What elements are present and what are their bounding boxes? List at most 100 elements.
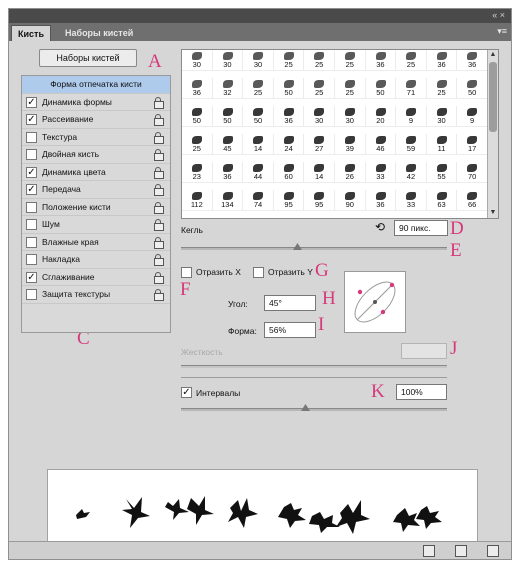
lock-icon[interactable] <box>154 219 164 231</box>
brush-tip-cell[interactable]: 36 <box>426 50 458 71</box>
list-item-protect-texture[interactable]: Защита текстуры <box>22 286 170 304</box>
flip-x-checkbox[interactable] <box>181 267 192 278</box>
brush-tip-cell[interactable]: 36 <box>457 50 488 71</box>
brush-tip-grid[interactable]: 30 30 30 25 25 25 36 25 36 36 36 32 25 50 25 25 50 71 25 50… <box>181 49 499 219</box>
brush-tip-shape-item[interactable]: Форма отпечатка кисти <box>22 76 170 94</box>
checkbox-noise[interactable] <box>26 219 37 230</box>
lock-icon[interactable] <box>154 149 164 161</box>
brush-tip-cell[interactable]: 9 <box>457 106 488 127</box>
brush-tip-cell[interactable]: 50 <box>182 106 213 127</box>
brush-tip-cell[interactable]: 25 <box>334 50 366 71</box>
brush-tip-cell[interactable]: 42 <box>396 162 427 183</box>
brush-tip-cell[interactable]: 50 <box>457 78 488 99</box>
list-item-dual-brush[interactable]: Двойная кисть <box>22 146 170 164</box>
brush-tip-cell[interactable]: 66 <box>457 190 488 211</box>
checkbox-transfer[interactable]: ✓ <box>26 184 37 195</box>
brush-tip-cell[interactable]: 30 <box>212 50 244 71</box>
size-input[interactable]: 90 пикс. <box>394 220 448 236</box>
brush-tip-cell[interactable]: 33 <box>365 162 397 183</box>
create-new-brush-icon[interactable] <box>487 545 499 557</box>
checkbox-wet-edges[interactable] <box>26 236 37 248</box>
brush-tip-cell[interactable]: 60 <box>273 162 305 183</box>
list-item-wet-edges[interactable]: Влажные края <box>22 234 170 251</box>
brush-tip-cell[interactable]: 36 <box>273 106 305 127</box>
brush-tip-cell[interactable]: 25 <box>304 50 335 71</box>
checkbox-build-up[interactable] <box>26 254 37 265</box>
brush-tip-cell[interactable]: 45 <box>212 134 244 155</box>
brush-tip-cell[interactable]: 36 <box>182 78 213 99</box>
checkbox-protect-texture[interactable] <box>26 289 37 300</box>
panel-menu-icon[interactable]: ▾≡ <box>497 26 507 37</box>
checkbox-texture[interactable] <box>26 131 37 143</box>
brush-tip-cell[interactable]: 70 <box>457 162 488 183</box>
lock-icon[interactable] <box>154 131 164 144</box>
lock-icon[interactable] <box>154 96 164 109</box>
brush-tip-cell[interactable]: 74 <box>243 190 274 211</box>
brush-tip-cell[interactable]: 63 <box>426 190 458 211</box>
window-controls[interactable]: « × <box>492 10 505 20</box>
brush-tip-cell[interactable]: 25 <box>334 78 366 99</box>
lock-icon[interactable] <box>154 236 164 249</box>
grid-view-icon[interactable] <box>455 545 467 557</box>
brush-tip-cell[interactable]: 39 <box>334 134 366 155</box>
brush-tip-cell[interactable]: 50 <box>273 78 305 99</box>
brush-tip-cell[interactable]: 71 <box>396 78 427 99</box>
list-item-noise[interactable]: Шум <box>22 216 170 234</box>
roundness-input[interactable]: 56% <box>264 322 316 338</box>
brush-tip-cell[interactable]: 112 <box>182 190 213 211</box>
lock-icon[interactable] <box>154 271 164 284</box>
checkbox-color-dynamics[interactable]: ✓ <box>26 166 37 178</box>
brush-tip-cell[interactable]: 30 <box>182 50 213 71</box>
list-item-shape-dynamics[interactable]: ✓ Динамика формы <box>22 94 170 111</box>
brush-tip-cell[interactable]: 25 <box>273 50 305 71</box>
spacing-input[interactable]: 100% <box>396 384 447 400</box>
list-item-brush-pose[interactable]: Положение кисти <box>22 199 170 216</box>
brush-tip-cell[interactable]: 36 <box>365 190 397 211</box>
spacing-slider-track[interactable] <box>181 408 447 411</box>
brush-tip-cell[interactable]: 95 <box>273 190 305 211</box>
brush-tip-cell[interactable]: 14 <box>304 162 335 183</box>
lock-icon[interactable] <box>154 184 164 196</box>
brush-tip-cell[interactable]: 46 <box>365 134 397 155</box>
list-item-build-up[interactable]: Накладка <box>22 251 170 269</box>
list-item-transfer[interactable]: ✓ Передача <box>22 181 170 199</box>
list-item-texture[interactable]: Текстура <box>22 129 170 146</box>
size-slider-track[interactable] <box>181 247 447 250</box>
brush-tip-cell[interactable]: 25 <box>396 50 427 71</box>
brush-tip-cell[interactable]: 134 <box>212 190 244 211</box>
lock-icon[interactable] <box>154 201 164 214</box>
scroll-up-icon[interactable]: ▲ <box>489 50 497 60</box>
brush-tip-cell[interactable]: 50 <box>212 106 244 127</box>
brush-tip-cell[interactable]: 17 <box>457 134 488 155</box>
brush-tip-cell[interactable]: 95 <box>304 190 335 211</box>
brush-tip-cell[interactable]: 30 <box>334 106 366 127</box>
scroll-down-icon[interactable]: ▼ <box>489 208 497 218</box>
lock-icon[interactable] <box>154 166 164 179</box>
list-item-color-dynamics[interactable]: ✓ Динамика цвета <box>22 164 170 181</box>
brush-tip-cell[interactable]: 33 <box>396 190 427 211</box>
brush-tip-cell[interactable]: 20 <box>365 106 397 127</box>
brush-tip-cell[interactable]: 30 <box>304 106 335 127</box>
checkbox-shape-dynamics[interactable]: ✓ <box>26 96 37 108</box>
brush-tip-cell[interactable]: 23 <box>182 162 213 183</box>
checkbox-brush-pose[interactable] <box>26 201 37 213</box>
brush-tip-cell[interactable]: 25 <box>426 78 458 99</box>
lock-icon[interactable] <box>154 254 164 266</box>
tab-brush[interactable]: Кисть <box>11 25 51 41</box>
brush-tip-cell[interactable]: 27 <box>304 134 335 155</box>
brush-tip-cell[interactable]: 25 <box>304 78 335 99</box>
tab-brush-presets[interactable]: Наборы кистей <box>59 25 139 41</box>
list-item-smoothing[interactable]: ✓ Сглаживание <box>22 269 170 286</box>
reset-size-icon[interactable]: ⟲ <box>375 220 385 234</box>
flip-y-checkbox[interactable] <box>253 267 264 278</box>
brush-tip-cell[interactable]: 25 <box>243 78 274 99</box>
brush-tip-cell[interactable]: 50 <box>243 106 274 127</box>
brush-presets-button[interactable]: Наборы кистей <box>39 49 137 67</box>
angle-roundness-widget[interactable] <box>344 271 406 333</box>
brush-tip-cell[interactable]: 55 <box>426 162 458 183</box>
brush-tip-cell[interactable]: 11 <box>426 134 458 155</box>
brush-tip-cell[interactable]: 59 <box>396 134 427 155</box>
angle-input[interactable]: 45° <box>264 295 316 311</box>
brush-tip-cell[interactable]: 26 <box>334 162 366 183</box>
brush-tip-cell[interactable]: 25 <box>182 134 213 155</box>
